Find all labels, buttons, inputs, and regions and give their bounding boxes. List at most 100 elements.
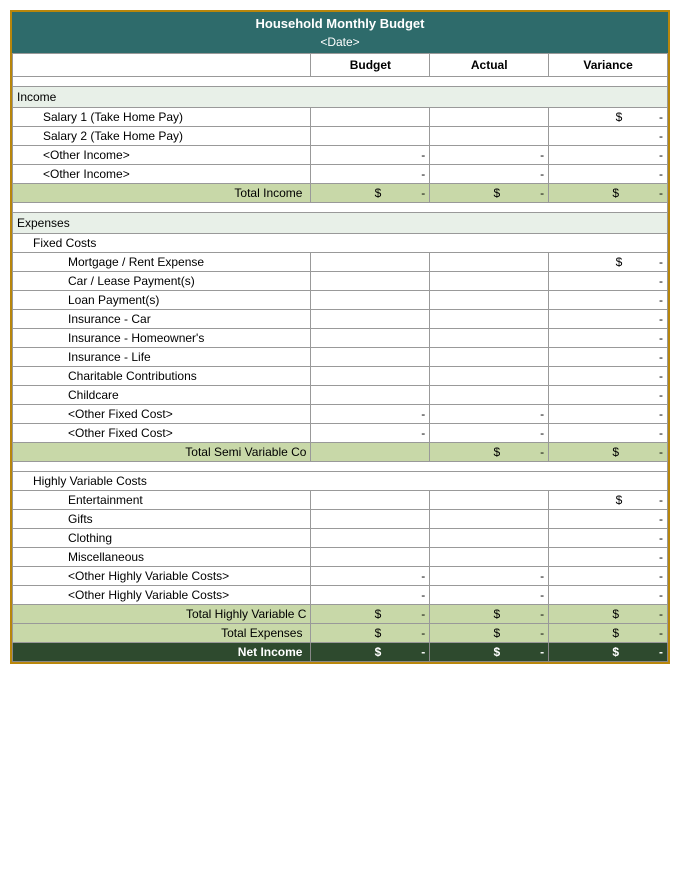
- total-semi-variable-actual: $ -: [430, 443, 549, 462]
- mortgage-variance: $ -: [549, 253, 668, 272]
- other-fixed1-budget[interactable]: -: [311, 405, 430, 424]
- other-fixed1-row: <Other Fixed Cost> - - -: [13, 405, 668, 424]
- income-label: Income: [13, 87, 668, 108]
- entertainment-budget[interactable]: [311, 491, 430, 510]
- other-income2-row: <Other Income> - - -: [13, 165, 668, 184]
- gifts-variance: -: [549, 510, 668, 529]
- other-fixed2-variance: -: [549, 424, 668, 443]
- other-income2-actual[interactable]: -: [430, 165, 549, 184]
- charitable-budget[interactable]: [311, 367, 430, 386]
- insurance-life-budget[interactable]: [311, 348, 430, 367]
- charitable-label: Charitable Contributions: [13, 367, 311, 386]
- other-hv1-budget[interactable]: -: [311, 567, 430, 586]
- other-income1-label: <Other Income>: [13, 146, 311, 165]
- total-hv-budget: $ -: [311, 605, 430, 624]
- total-income-variance: $ -: [549, 184, 668, 203]
- other-income1-budget[interactable]: -: [311, 146, 430, 165]
- insurance-home-budget[interactable]: [311, 329, 430, 348]
- mortgage-budget[interactable]: [311, 253, 430, 272]
- page-title: Household Monthly Budget: [12, 12, 668, 33]
- clothing-row: Clothing -: [13, 529, 668, 548]
- entertainment-variance: $ -: [549, 491, 668, 510]
- spacer2: [13, 203, 668, 213]
- other-hv2-label: <Other Highly Variable Costs>: [13, 586, 311, 605]
- childcare-variance: -: [549, 386, 668, 405]
- net-income-label: Net Income: [13, 643, 311, 662]
- miscellaneous-actual[interactable]: [430, 548, 549, 567]
- total-income-row: Total Income $ - $ - $ -: [13, 184, 668, 203]
- other-fixed1-label: <Other Fixed Cost>: [13, 405, 311, 424]
- other-fixed1-actual[interactable]: -: [430, 405, 549, 424]
- entertainment-actual[interactable]: [430, 491, 549, 510]
- entertainment-label: Entertainment: [13, 491, 311, 510]
- salary1-actual[interactable]: [430, 108, 549, 127]
- spacer3: [13, 462, 668, 472]
- highly-variable-label: Highly Variable Costs: [13, 472, 668, 491]
- charitable-variance: -: [549, 367, 668, 386]
- miscellaneous-budget[interactable]: [311, 548, 430, 567]
- total-income-actual: $ -: [430, 184, 549, 203]
- total-expenses-row: Total Expenses $ - $ - $ -: [13, 624, 668, 643]
- insurance-car-variance: -: [549, 310, 668, 329]
- total-expenses-actual: $ -: [430, 624, 549, 643]
- other-income1-variance: -: [549, 146, 668, 165]
- total-expenses-variance: $ -: [549, 624, 668, 643]
- total-expenses-label: Total Expenses: [13, 624, 311, 643]
- other-fixed2-actual[interactable]: -: [430, 424, 549, 443]
- car-lease-budget[interactable]: [311, 272, 430, 291]
- insurance-life-row: Insurance - Life -: [13, 348, 668, 367]
- other-income1-row: <Other Income> - - -: [13, 146, 668, 165]
- mortgage-label: Mortgage / Rent Expense: [13, 253, 311, 272]
- total-semi-variable-row: Total Semi Variable Co $ - $ -: [13, 443, 668, 462]
- other-fixed2-row: <Other Fixed Cost> - - -: [13, 424, 668, 443]
- spacer: [13, 77, 668, 87]
- other-fixed2-label: <Other Fixed Cost>: [13, 424, 311, 443]
- insurance-car-budget[interactable]: [311, 310, 430, 329]
- childcare-actual[interactable]: [430, 386, 549, 405]
- fixed-costs-header: Fixed Costs: [13, 234, 668, 253]
- other-hv1-actual[interactable]: -: [430, 567, 549, 586]
- clothing-actual[interactable]: [430, 529, 549, 548]
- other-income2-variance: -: [549, 165, 668, 184]
- gifts-budget[interactable]: [311, 510, 430, 529]
- other-income1-actual[interactable]: -: [430, 146, 549, 165]
- mortgage-actual[interactable]: [430, 253, 549, 272]
- salary2-actual[interactable]: [430, 127, 549, 146]
- gifts-actual[interactable]: [430, 510, 549, 529]
- insurance-car-actual[interactable]: [430, 310, 549, 329]
- fixed-costs-label: Fixed Costs: [13, 234, 668, 253]
- budget-header: Budget: [311, 54, 430, 77]
- childcare-budget[interactable]: [311, 386, 430, 405]
- total-income-label: Total Income: [13, 184, 311, 203]
- other-hv2-actual[interactable]: -: [430, 586, 549, 605]
- total-hv-actual: $ -: [430, 605, 549, 624]
- loan-variance: -: [549, 291, 668, 310]
- total-semi-variable-label: Total Semi Variable Co: [13, 443, 311, 462]
- charitable-actual[interactable]: [430, 367, 549, 386]
- salary2-label: Salary 2 (Take Home Pay): [13, 127, 311, 146]
- childcare-row: Childcare -: [13, 386, 668, 405]
- other-fixed2-budget[interactable]: -: [311, 424, 430, 443]
- total-semi-variable-variance: $ -: [549, 443, 668, 462]
- net-income-actual: $ -: [430, 643, 549, 662]
- car-lease-actual[interactable]: [430, 272, 549, 291]
- insurance-home-row: Insurance - Homeowner's -: [13, 329, 668, 348]
- insurance-home-variance: -: [549, 329, 668, 348]
- clothing-budget[interactable]: [311, 529, 430, 548]
- loan-actual[interactable]: [430, 291, 549, 310]
- loan-budget[interactable]: [311, 291, 430, 310]
- insurance-life-actual[interactable]: [430, 348, 549, 367]
- other-income2-budget[interactable]: -: [311, 165, 430, 184]
- spreadsheet-container: Household Monthly Budget <Date> Budget A…: [10, 10, 670, 664]
- entertainment-row: Entertainment $ -: [13, 491, 668, 510]
- page-date: <Date>: [12, 33, 668, 53]
- salary1-budget[interactable]: [311, 108, 430, 127]
- other-hv2-row: <Other Highly Variable Costs> - - -: [13, 586, 668, 605]
- highly-variable-header: Highly Variable Costs: [13, 472, 668, 491]
- other-hv2-budget[interactable]: -: [311, 586, 430, 605]
- insurance-home-actual[interactable]: [430, 329, 549, 348]
- salary1-label: Salary 1 (Take Home Pay): [13, 108, 311, 127]
- insurance-life-variance: -: [549, 348, 668, 367]
- expenses-label: Expenses: [13, 213, 668, 234]
- salary2-budget[interactable]: [311, 127, 430, 146]
